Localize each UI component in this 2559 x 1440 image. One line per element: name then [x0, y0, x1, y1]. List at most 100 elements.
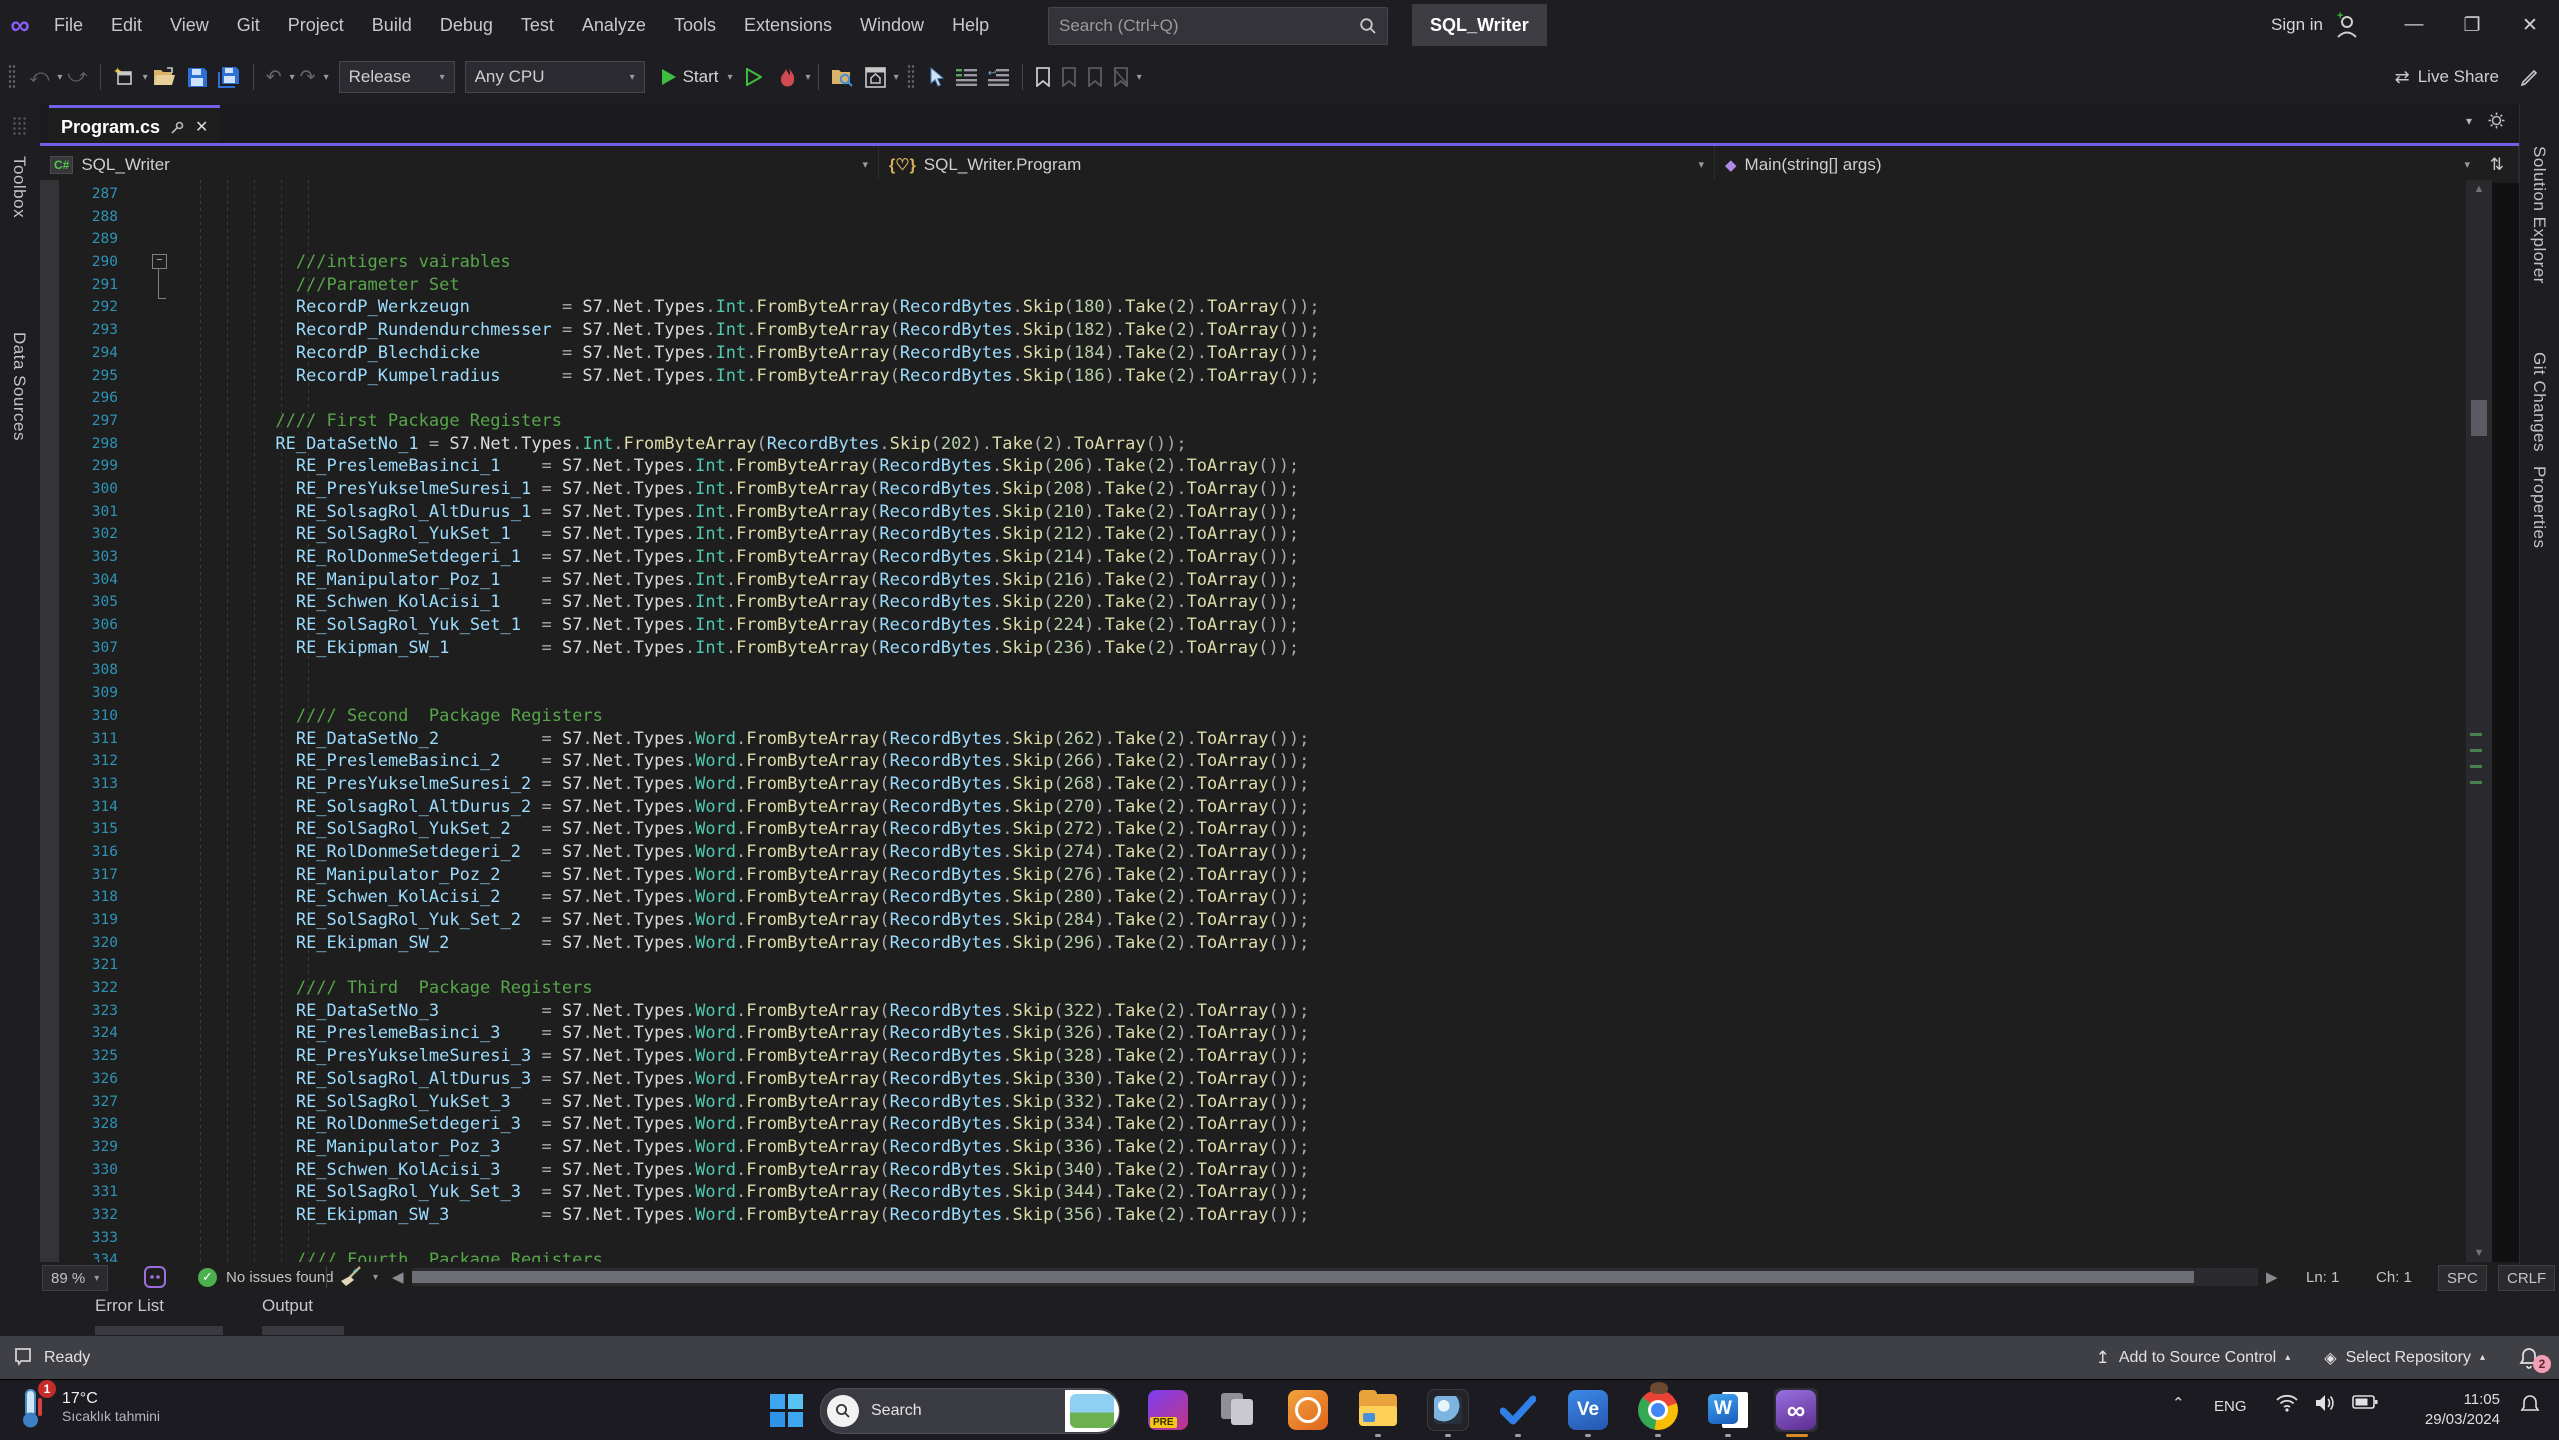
line-number[interactable]: 321 — [40, 954, 126, 977]
code-text[interactable]: RE_Ekipman_SW_3 = S7.Net.Types.Word.From… — [173, 1204, 1309, 1227]
code-text[interactable]: RE_PreslemeBasinci_1 = S7.Net.Types.Int.… — [173, 455, 1299, 478]
line-number[interactable]: 322 — [40, 977, 126, 1000]
line-number[interactable]: 329 — [40, 1136, 126, 1159]
line-number[interactable]: 316 — [40, 841, 126, 864]
code-text[interactable]: RE_PreslemeBasinci_3 = S7.Net.Types.Word… — [173, 1022, 1309, 1045]
line-number[interactable]: 330 — [40, 1159, 126, 1182]
code-text[interactable]: RE_Manipulator_Poz_1 = S7.Net.Types.Int.… — [173, 569, 1299, 592]
tool-tab-solution-explorer[interactable]: Solution Explorer — [2529, 146, 2549, 284]
line-number[interactable]: 324 — [40, 1022, 126, 1045]
menu-test[interactable]: Test — [507, 0, 568, 50]
scroll-left-icon[interactable]: ◀ — [392, 1262, 404, 1292]
line-number[interactable]: 290 — [40, 251, 126, 274]
close-tab-icon[interactable]: ✕ — [195, 117, 208, 137]
redo-icon[interactable]: ↷ — [295, 60, 321, 94]
code-text[interactable]: RE_SolSagRol_Yuk_Set_3 = S7.Net.Types.Wo… — [173, 1181, 1309, 1204]
language-indicator[interactable]: ENG — [2214, 1398, 2247, 1415]
line-number[interactable]: 305 — [40, 591, 126, 614]
search-highlight-image[interactable] — [1065, 1390, 1119, 1432]
code-text[interactable]: RecordP_Blechdicke = S7.Net.Types.Int.Fr… — [173, 342, 1320, 365]
type-dropdown[interactable]: {♡} SQL_Writer.Program ▾ — [879, 146, 1715, 183]
code-text[interactable]: RE_Schwen_KolAcisi_1 = S7.Net.Types.Int.… — [173, 591, 1299, 614]
line-indicator[interactable]: Ln: 1 — [2306, 1262, 2339, 1292]
platform-select[interactable]: Any CPU▾ — [465, 61, 645, 93]
line-number[interactable]: 332 — [40, 1204, 126, 1227]
taskbar-bell-icon[interactable] — [2520, 1394, 2540, 1416]
code-text[interactable]: RE_SolSagRol_Yuk_Set_1 = S7.Net.Types.In… — [173, 614, 1299, 637]
battery-icon[interactable] — [2352, 1394, 2378, 1410]
horizontal-scrollbar[interactable] — [412, 1268, 2258, 1286]
line-number[interactable]: 306 — [40, 614, 126, 637]
line-number[interactable]: 315 — [40, 818, 126, 841]
open-file-icon[interactable] — [148, 60, 182, 94]
tab-output[interactable]: Output — [262, 1296, 313, 1316]
code-text[interactable]: RE_SolsagRol_AltDurus_2 = S7.Net.Types.W… — [173, 796, 1309, 819]
code-text[interactable]: RE_SolSagRol_YukSet_2 = S7.Net.Types.Wor… — [173, 818, 1309, 841]
line-number[interactable]: 301 — [40, 501, 126, 524]
line-number[interactable]: 334 — [40, 1249, 126, 1262]
save-icon[interactable] — [182, 60, 213, 94]
line-number[interactable]: 309 — [40, 682, 126, 705]
code-text[interactable]: RE_Manipulator_Poz_3 = S7.Net.Types.Word… — [173, 1136, 1309, 1159]
issues-indicator[interactable]: ✓ No issues found — [198, 1262, 334, 1292]
menu-window[interactable]: Window — [846, 0, 938, 50]
menu-view[interactable]: View — [156, 0, 223, 50]
navigate-back-icon[interactable]: ⤺ — [24, 60, 54, 94]
line-number[interactable]: 314 — [40, 796, 126, 819]
menu-build[interactable]: Build — [358, 0, 426, 50]
search-input[interactable]: Search (Ctrl+Q) — [1048, 7, 1388, 45]
word-icon[interactable]: W — [1706, 1388, 1750, 1432]
navigate-forward-icon[interactable]: ⤻ — [62, 60, 92, 94]
code-text[interactable]: RE_RolDonmeSetdegeri_1 = S7.Net.Types.In… — [173, 546, 1299, 569]
scroll-down-icon[interactable]: ▼ — [2466, 1244, 2492, 1262]
pin-tab-icon[interactable] — [170, 120, 185, 135]
scroll-right-icon[interactable]: ▶ — [2266, 1262, 2278, 1292]
code-text[interactable]: RE_SolSagRol_YukSet_3 = S7.Net.Types.Wor… — [173, 1091, 1309, 1114]
code-text[interactable]: RE_RolDonmeSetdegeri_2 = S7.Net.Types.Wo… — [173, 841, 1309, 864]
bookmarks-dropdown-icon[interactable]: ▾ — [1137, 72, 1142, 83]
line-number[interactable]: 310 — [40, 705, 126, 728]
todo-check-app-icon[interactable] — [1496, 1388, 1540, 1432]
tab-list-chevron-icon[interactable]: ▾ — [2466, 114, 2472, 128]
tool-tab-toolbox[interactable]: Toolbox — [9, 156, 29, 218]
wifi-icon[interactable] — [2276, 1394, 2298, 1412]
line-number[interactable]: 296 — [40, 387, 126, 410]
line-number[interactable]: 319 — [40, 909, 126, 932]
line-number[interactable]: 287 — [40, 183, 126, 206]
split-window-icon[interactable]: ⇅ — [2490, 155, 2504, 175]
line-number[interactable]: 331 — [40, 1181, 126, 1204]
vertical-scrollbar[interactable]: ▲ ▼ — [2466, 180, 2492, 1262]
tab-error-list[interactable]: Error List — [95, 1296, 164, 1316]
code-text[interactable]: ///Parameter Set — [173, 274, 460, 297]
tool-tab-git-changes[interactable]: Git Changes — [2529, 352, 2549, 452]
code-text[interactable]: RecordP_Rundendurchmesser = S7.Net.Types… — [173, 319, 1320, 342]
photos-app-icon[interactable] — [1426, 1388, 1470, 1432]
line-number[interactable]: 325 — [40, 1045, 126, 1068]
line-number[interactable]: 294 — [40, 342, 126, 365]
project-dropdown[interactable]: C# SQL_Writer ▾ — [40, 146, 879, 183]
code-text[interactable]: RE_SolSagRol_Yuk_Set_2 = S7.Net.Types.Wo… — [173, 909, 1309, 932]
format-outdent-icon[interactable]: ↩ — [983, 60, 1015, 94]
spaces-indicator[interactable]: SPC — [2438, 1265, 2487, 1291]
code-text[interactable]: RE_SolsagRol_AltDurus_1 = S7.Net.Types.I… — [173, 501, 1299, 524]
vertical-scrollbar-thumb[interactable] — [2471, 400, 2487, 436]
line-number[interactable]: 303 — [40, 546, 126, 569]
menu-git[interactable]: Git — [223, 0, 274, 50]
code-cleanup-broom-icon[interactable]: ✦ — [338, 1262, 364, 1292]
line-number[interactable]: 288 — [40, 206, 126, 229]
code-text[interactable]: RecordP_Werkzeugn = S7.Net.Types.Int.Fro… — [173, 296, 1320, 319]
window-layout-dropdown-icon[interactable]: ▾ — [894, 72, 899, 83]
orange-app-icon[interactable] — [1286, 1388, 1330, 1432]
intellicode-icon[interactable] — [144, 1262, 166, 1292]
tab-options-gear-icon[interactable] — [2488, 112, 2505, 129]
menu-project[interactable]: Project — [274, 0, 358, 50]
code-text[interactable]: RE_PresYukselmeSuresi_1 = S7.Net.Types.I… — [173, 478, 1299, 501]
restore-button[interactable]: ❐ — [2443, 0, 2501, 50]
live-share-button[interactable]: ⇄ Live Share — [2395, 67, 2499, 88]
clear-bookmarks-icon[interactable] — [1108, 60, 1134, 94]
line-number[interactable]: 300 — [40, 478, 126, 501]
column-indicator[interactable]: Ch: 1 — [2376, 1262, 2412, 1292]
line-number[interactable]: 333 — [40, 1227, 126, 1250]
code-text[interactable]: RE_PresYukselmeSuresi_3 = S7.Net.Types.W… — [173, 1045, 1309, 1068]
toggle-bookmark-icon[interactable] — [1030, 60, 1056, 94]
